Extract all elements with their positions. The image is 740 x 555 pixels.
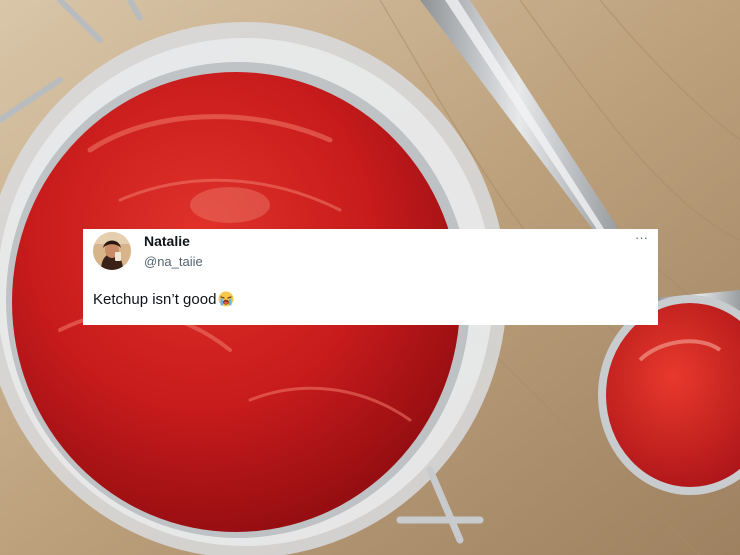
tweet-card[interactable]: Natalie @na_taiie ··· Ketchup isn’t good [83, 229, 658, 325]
loudly-crying-face-icon [217, 291, 235, 307]
display-name[interactable]: Natalie [144, 233, 190, 249]
tweet-text: Ketchup isn’t good [93, 291, 217, 308]
user-handle[interactable]: @na_taiie [144, 254, 203, 269]
tweet-text-container: Ketchup isn’t good [93, 291, 235, 308]
avatar[interactable] [93, 232, 131, 270]
more-options-icon[interactable]: ··· [635, 230, 648, 245]
